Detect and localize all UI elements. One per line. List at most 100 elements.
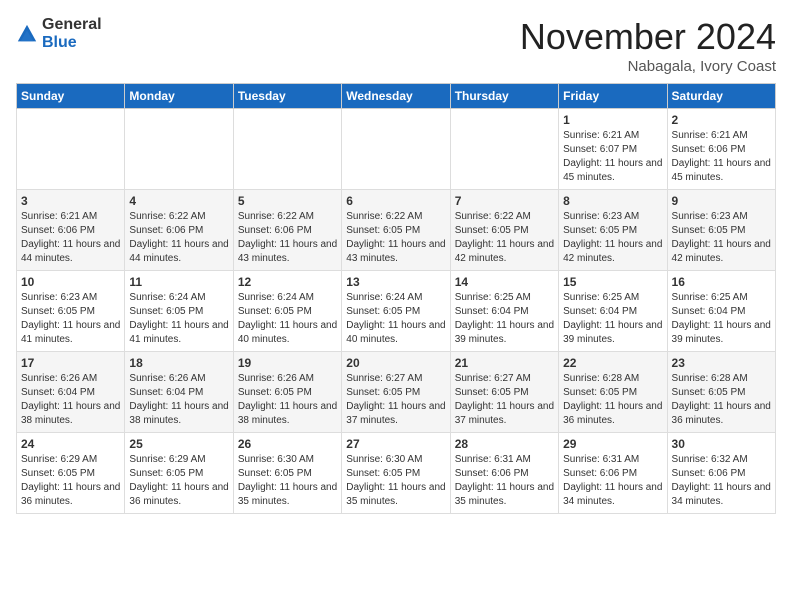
- day-number: 2: [672, 113, 771, 127]
- calendar-cell: [125, 109, 233, 190]
- day-number: 7: [455, 194, 554, 208]
- calendar-cell: 11 Sunrise: 6:24 AM Sunset: 6:05 PM Dayli…: [125, 271, 233, 352]
- day-number: 28: [455, 437, 554, 451]
- cell-content: Sunrise: 6:30 AM Sunset: 6:05 PM Dayligh…: [238, 453, 337, 509]
- day-number: 29: [563, 437, 662, 451]
- day-number: 11: [129, 275, 228, 289]
- calendar-cell: [450, 109, 558, 190]
- day-number: 26: [238, 437, 337, 451]
- col-header-sunday: Sunday: [17, 84, 125, 109]
- calendar-cell: 28 Sunrise: 6:31 AM Sunset: 6:06 PM Dayli…: [450, 433, 558, 514]
- calendar-cell: 21 Sunrise: 6:27 AM Sunset: 6:05 PM Dayli…: [450, 352, 558, 433]
- month-title: November 2024: [520, 16, 776, 58]
- col-header-friday: Friday: [559, 84, 667, 109]
- week-row-5: 24 Sunrise: 6:29 AM Sunset: 6:05 PM Dayli…: [17, 433, 776, 514]
- day-number: 14: [455, 275, 554, 289]
- cell-content: Sunrise: 6:21 AM Sunset: 6:07 PM Dayligh…: [563, 129, 662, 185]
- calendar-cell: 19Sunrise: 6:26 AM Sunset: 6:05 PM Dayli…: [233, 352, 341, 433]
- cell-content: Sunrise: 6:29 AM Sunset: 6:05 PM Dayligh…: [129, 453, 228, 509]
- day-number: 10: [21, 275, 120, 289]
- col-header-saturday: Saturday: [667, 84, 775, 109]
- week-row-3: 10 Sunrise: 6:23 AM Sunset: 6:05 PM Dayli…: [17, 271, 776, 352]
- col-header-monday: Monday: [125, 84, 233, 109]
- cell-content: Sunrise: 6:26 AM Sunset: 6:04 PM Dayligh…: [21, 372, 120, 428]
- day-number: 3: [21, 194, 120, 208]
- day-number: 6: [346, 194, 445, 208]
- day-number: 23: [672, 356, 771, 370]
- cell-content: Sunrise: 6:24 AM Sunset: 6:05 PM Dayligh…: [346, 291, 445, 347]
- day-number: 1: [563, 113, 662, 127]
- day-number: 20: [346, 356, 445, 370]
- logo-general-text: General: [42, 16, 102, 34]
- cell-content: Sunrise: 6:23 AM Sunset: 6:05 PM Dayligh…: [21, 291, 120, 347]
- day-number: 8: [563, 194, 662, 208]
- cell-content: Sunrise: 6:22 AM Sunset: 6:06 PM Dayligh…: [129, 210, 228, 266]
- cell-content: Sunrise: 6:26 AM Sunset: 6:05 PM Dayligh…: [238, 372, 337, 428]
- cell-content: Sunrise: 6:31 AM Sunset: 6:06 PM Dayligh…: [455, 453, 554, 509]
- cell-content: Sunrise: 6:23 AM Sunset: 6:05 PM Dayligh…: [563, 210, 662, 266]
- calendar-cell: 24Sunrise: 6:29 AM Sunset: 6:05 PM Dayli…: [17, 433, 125, 514]
- col-header-thursday: Thursday: [450, 84, 558, 109]
- calendar-cell: 27 Sunrise: 6:30 AM Sunset: 6:05 PM Dayli…: [342, 433, 450, 514]
- day-number: 15: [563, 275, 662, 289]
- calendar-cell: 22 Sunrise: 6:28 AM Sunset: 6:05 PM Dayli…: [559, 352, 667, 433]
- calendar-cell: 12 Sunrise: 6:24 AM Sunset: 6:05 PM Dayli…: [233, 271, 341, 352]
- day-number: 16: [672, 275, 771, 289]
- week-row-2: 3 Sunrise: 6:21 AM Sunset: 6:06 PM Daylig…: [17, 190, 776, 271]
- day-number: 5: [238, 194, 337, 208]
- cell-content: Sunrise: 6:25 AM Sunset: 6:04 PM Dayligh…: [563, 291, 662, 347]
- day-number: 4: [129, 194, 228, 208]
- calendar-cell: 5 Sunrise: 6:22 AM Sunset: 6:06 PM Daylig…: [233, 190, 341, 271]
- calendar-cell: [342, 109, 450, 190]
- cell-content: Sunrise: 6:24 AM Sunset: 6:05 PM Dayligh…: [129, 291, 228, 347]
- cell-content: Sunrise: 6:32 AM Sunset: 6:06 PM Dayligh…: [672, 453, 771, 509]
- cell-content: Sunrise: 6:21 AM Sunset: 6:06 PM Dayligh…: [21, 210, 120, 266]
- day-number: 24: [21, 437, 120, 451]
- logo-text: General Blue: [42, 16, 102, 51]
- title-block: November 2024 Nabagala, Ivory Coast: [520, 16, 776, 75]
- calendar-cell: 29Sunrise: 6:31 AM Sunset: 6:06 PM Dayli…: [559, 433, 667, 514]
- calendar-cell: 15 Sunrise: 6:25 AM Sunset: 6:04 PM Dayli…: [559, 271, 667, 352]
- calendar-cell: 4 Sunrise: 6:22 AM Sunset: 6:06 PM Daylig…: [125, 190, 233, 271]
- day-number: 22: [563, 356, 662, 370]
- day-number: 30: [672, 437, 771, 451]
- calendar-cell: 18 Sunrise: 6:26 AM Sunset: 6:04 PM Dayli…: [125, 352, 233, 433]
- cell-content: Sunrise: 6:28 AM Sunset: 6:05 PM Dayligh…: [563, 372, 662, 428]
- calendar-cell: 20 Sunrise: 6:27 AM Sunset: 6:05 PM Dayli…: [342, 352, 450, 433]
- cell-content: Sunrise: 6:22 AM Sunset: 6:06 PM Dayligh…: [238, 210, 337, 266]
- cell-content: Sunrise: 6:24 AM Sunset: 6:05 PM Dayligh…: [238, 291, 337, 347]
- cell-content: Sunrise: 6:23 AM Sunset: 6:05 PM Dayligh…: [672, 210, 771, 266]
- cell-content: Sunrise: 6:22 AM Sunset: 6:05 PM Dayligh…: [455, 210, 554, 266]
- day-number: 13: [346, 275, 445, 289]
- calendar-cell: 14 Sunrise: 6:25 AM Sunset: 6:04 PM Dayli…: [450, 271, 558, 352]
- day-number: 18: [129, 356, 228, 370]
- week-row-4: 17 Sunrise: 6:26 AM Sunset: 6:04 PM Dayli…: [17, 352, 776, 433]
- calendar-header-row: SundayMondayTuesdayWednesdayThursdayFrid…: [17, 84, 776, 109]
- day-number: 12: [238, 275, 337, 289]
- logo: General Blue: [16, 16, 102, 51]
- logo-blue-text: Blue: [42, 34, 102, 52]
- calendar-cell: 3 Sunrise: 6:21 AM Sunset: 6:06 PM Daylig…: [17, 190, 125, 271]
- logo-icon: [16, 23, 38, 45]
- day-number: 17: [21, 356, 120, 370]
- cell-content: Sunrise: 6:27 AM Sunset: 6:05 PM Dayligh…: [455, 372, 554, 428]
- day-number: 27: [346, 437, 445, 451]
- day-number: 25: [129, 437, 228, 451]
- calendar-cell: 13 Sunrise: 6:24 AM Sunset: 6:05 PM Dayli…: [342, 271, 450, 352]
- cell-content: Sunrise: 6:21 AM Sunset: 6:06 PM Dayligh…: [672, 129, 771, 185]
- calendar-cell: 26 Sunrise: 6:30 AM Sunset: 6:05 PM Dayli…: [233, 433, 341, 514]
- cell-content: Sunrise: 6:25 AM Sunset: 6:04 PM Dayligh…: [455, 291, 554, 347]
- calendar-cell: 8 Sunrise: 6:23 AM Sunset: 6:05 PM Daylig…: [559, 190, 667, 271]
- calendar-cell: 16Sunrise: 6:25 AM Sunset: 6:04 PM Dayli…: [667, 271, 775, 352]
- col-header-tuesday: Tuesday: [233, 84, 341, 109]
- cell-content: Sunrise: 6:26 AM Sunset: 6:04 PM Dayligh…: [129, 372, 228, 428]
- week-row-1: 1 Sunrise: 6:21 AM Sunset: 6:07 PM Daylig…: [17, 109, 776, 190]
- day-number: 21: [455, 356, 554, 370]
- calendar-cell: 17 Sunrise: 6:26 AM Sunset: 6:04 PM Dayli…: [17, 352, 125, 433]
- calendar-cell: 9Sunrise: 6:23 AM Sunset: 6:05 PM Daylig…: [667, 190, 775, 271]
- calendar-cell: [233, 109, 341, 190]
- cell-content: Sunrise: 6:27 AM Sunset: 6:05 PM Dayligh…: [346, 372, 445, 428]
- cell-content: Sunrise: 6:30 AM Sunset: 6:05 PM Dayligh…: [346, 453, 445, 509]
- calendar-cell: 1 Sunrise: 6:21 AM Sunset: 6:07 PM Daylig…: [559, 109, 667, 190]
- calendar-cell: 6Sunrise: 6:22 AM Sunset: 6:05 PM Daylig…: [342, 190, 450, 271]
